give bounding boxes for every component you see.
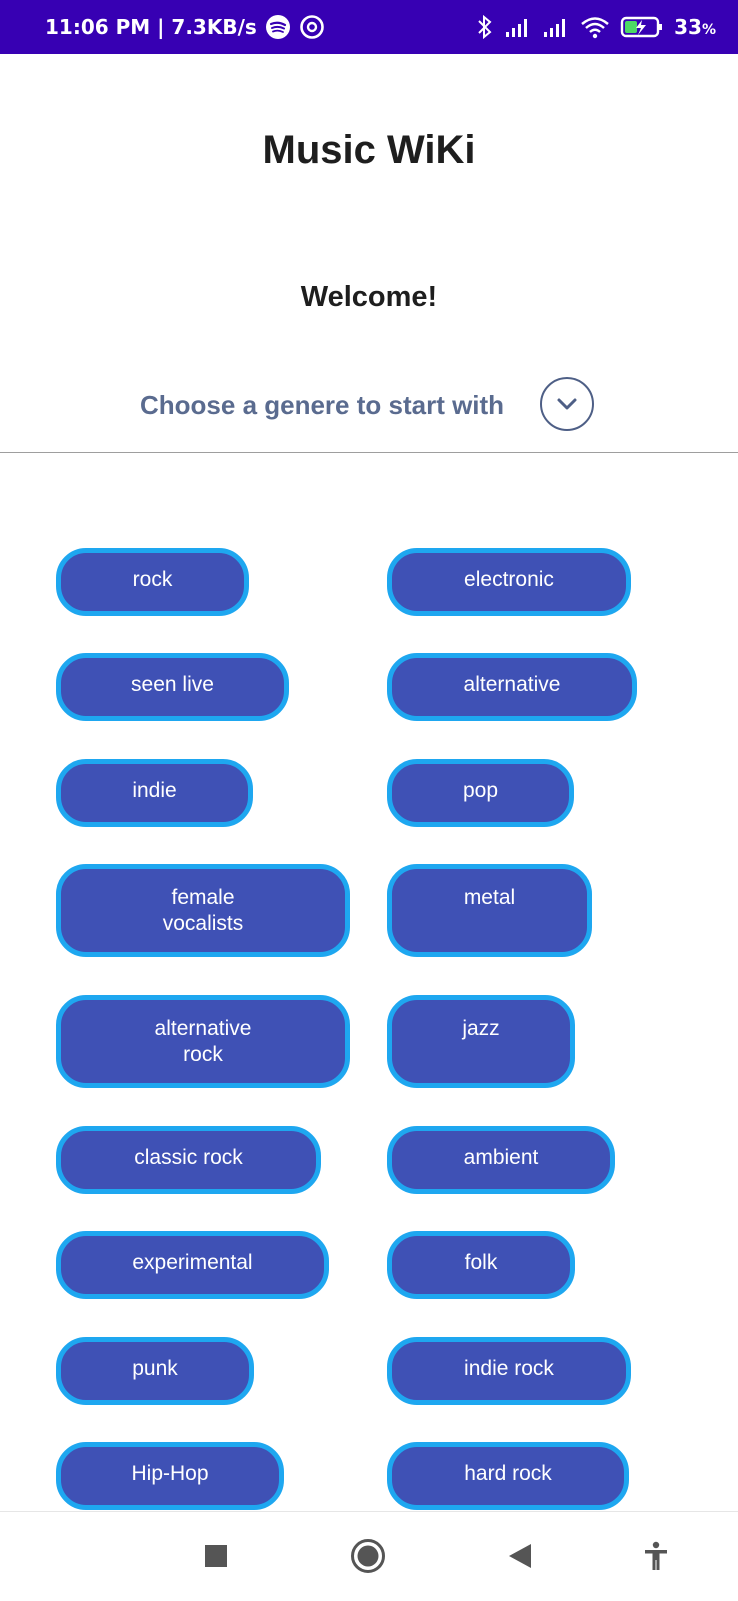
genre-chip[interactable]: jazz xyxy=(387,995,575,1088)
recent-apps-button[interactable] xyxy=(196,1536,236,1576)
genre-label: alternative xyxy=(463,673,561,696)
genre-chip[interactable]: alternative xyxy=(387,653,637,721)
back-button[interactable] xyxy=(500,1536,540,1576)
genre-chip[interactable]: ambient xyxy=(387,1126,615,1194)
genre-chip[interactable]: female vocalists xyxy=(56,864,350,957)
home-icon xyxy=(350,1538,386,1574)
genre-label: pop xyxy=(462,779,499,802)
navigation-bar xyxy=(0,1511,738,1601)
genre-chip[interactable]: indie xyxy=(56,759,253,827)
accessibility-button[interactable] xyxy=(636,1536,676,1576)
genre-label: female vocalists xyxy=(162,886,244,935)
genre-label: hard rock xyxy=(464,1462,552,1485)
genre-chip[interactable]: rock xyxy=(56,548,249,616)
genre-label: punk xyxy=(132,1357,178,1380)
genre-chip[interactable]: electronic xyxy=(387,548,631,616)
genre-label: indie rock xyxy=(464,1357,554,1380)
genre-chip[interactable]: experimental xyxy=(56,1231,329,1299)
genre-chip[interactable]: seen live xyxy=(56,653,289,721)
genre-label: jazz xyxy=(462,1017,500,1040)
genre-label: folk xyxy=(464,1251,498,1274)
genre-chip[interactable]: classic rock xyxy=(56,1126,321,1194)
home-button[interactable] xyxy=(348,1536,388,1576)
accessibility-icon xyxy=(642,1541,670,1571)
genre-chip[interactable]: indie rock xyxy=(387,1337,631,1405)
genre-label: metal xyxy=(463,886,516,909)
genre-label: experimental xyxy=(132,1251,253,1274)
genre-chip[interactable]: punk xyxy=(56,1337,254,1405)
genre-label: seen live xyxy=(131,673,214,696)
genre-chip[interactable]: metal xyxy=(387,864,592,957)
genre-chip[interactable]: folk xyxy=(387,1231,575,1299)
genre-chip[interactable]: pop xyxy=(387,759,574,827)
genre-chip[interactable]: alternative rock xyxy=(56,995,350,1088)
recent-apps-icon xyxy=(204,1544,228,1568)
genre-chip[interactable]: hard rock xyxy=(387,1442,629,1510)
genre-label: Hip-Hop xyxy=(131,1462,209,1485)
genre-label: classic rock xyxy=(134,1146,243,1169)
genre-label: ambient xyxy=(463,1146,539,1169)
genre-label: electronic xyxy=(464,568,554,591)
genre-grid: rock electronic seen live alternative in… xyxy=(0,0,738,1510)
genre-chip[interactable]: Hip-Hop xyxy=(56,1442,284,1510)
genre-label: alternative rock xyxy=(154,1017,252,1066)
genre-label: rock xyxy=(132,568,173,591)
back-icon xyxy=(507,1542,533,1570)
genre-label: indie xyxy=(132,779,177,802)
